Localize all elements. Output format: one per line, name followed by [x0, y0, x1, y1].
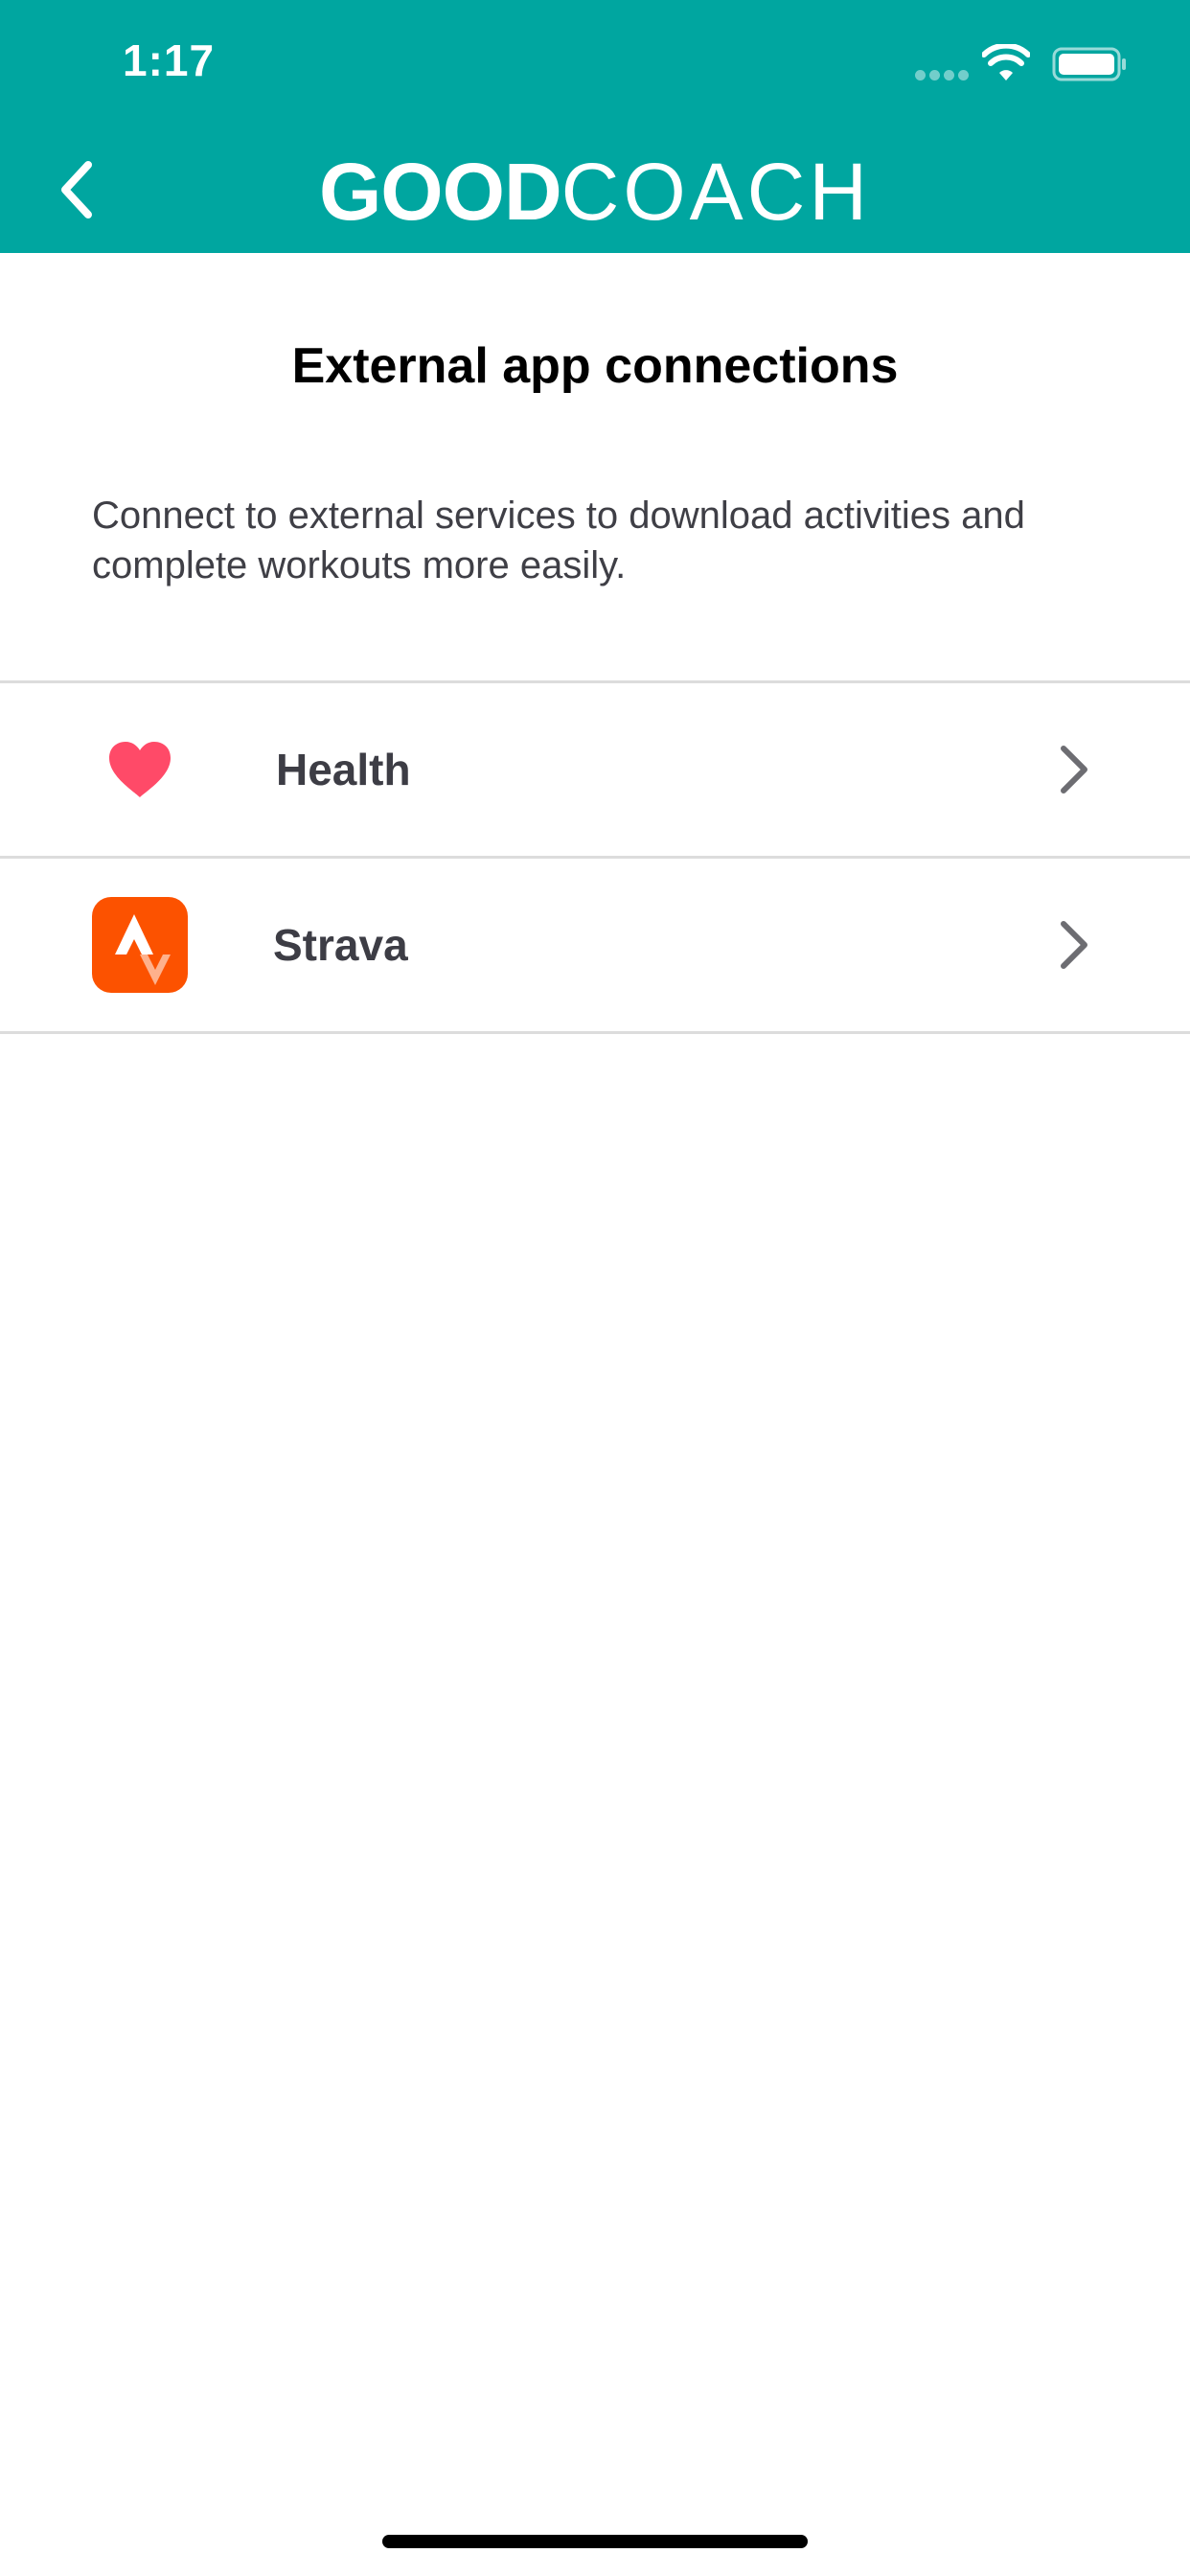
wifi-icon [982, 44, 1030, 80]
heart-icon [109, 742, 171, 797]
brand-logo: GOODCOACH [0, 144, 1190, 240]
cellular-signal-icon [915, 70, 969, 80]
status-time: 1:17 [123, 35, 216, 85]
connection-label: Health [276, 745, 411, 794]
chevron-right-icon [1061, 921, 1087, 969]
brand-logo-bold: GOOD [318, 147, 562, 237]
connection-item-strava[interactable]: Strava [0, 859, 1190, 1031]
page-title: External app connections [291, 338, 899, 394]
home-indicator[interactable] [382, 2535, 808, 2548]
brand-logo-light: COACH [561, 147, 872, 237]
app-header: 1:17 GOODCOACH [0, 0, 1190, 253]
strava-icon [92, 897, 188, 993]
connection-label: Strava [273, 920, 408, 970]
page-description: Connect to external services to download… [92, 494, 1025, 586]
divider [0, 1031, 1190, 1034]
connection-item-health[interactable]: Health [0, 683, 1190, 856]
chevron-right-icon [1061, 746, 1087, 794]
app-screen: 1:17 GOODCOACH External app connections … [0, 0, 1190, 2576]
battery-icon [1052, 47, 1126, 81]
